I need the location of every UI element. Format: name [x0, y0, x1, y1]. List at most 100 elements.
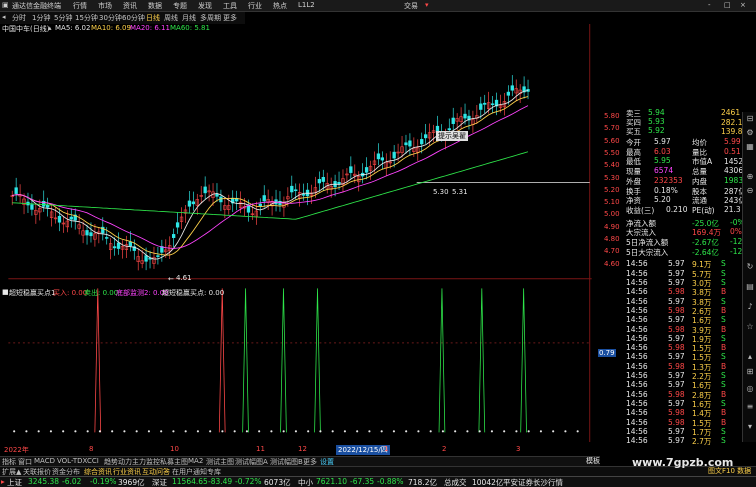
period-item-intraday[interactable]: 分时 [12, 13, 26, 23]
tick-side: S [721, 333, 726, 343]
candle-body [317, 179, 321, 184]
indicator-tab[interactable]: MA2 [188, 457, 203, 465]
date-axis: 2022年 8 10 11 12 2022/12/15/四 1 2 3 [0, 445, 600, 455]
menu-item-exchange[interactable]: 市场 [98, 1, 112, 11]
sidebar-expand-down-icon[interactable]: ⊞ [745, 367, 755, 377]
date-dot [282, 430, 285, 433]
period-item-daily[interactable]: 日线 [146, 13, 160, 23]
sidebar-star-icon[interactable]: ☆ [745, 322, 755, 332]
period-item-more[interactable]: 更多 [223, 13, 237, 23]
menu-item-l1l2[interactable]: L1L2 [298, 1, 315, 9]
indicator-tab[interactable]: MACD [34, 457, 55, 465]
sidebar-zoom-in-icon[interactable]: ⊕ [745, 172, 755, 182]
price-axis-label: 5.40 [604, 161, 620, 170]
candle-body [290, 185, 294, 193]
tick-time: 14:56 [626, 343, 648, 353]
candle-body [506, 91, 511, 96]
tooltip-tag[interactable]: 提示吴翟 [436, 131, 468, 141]
status-sh-arrow-icon: ▸ [1, 477, 5, 486]
maximize-button[interactable]: □ [724, 1, 731, 9]
ask-label: 买五 [626, 127, 641, 136]
ask-row: 买五 5.92 139.8万 [626, 126, 756, 136]
status-sh-value: 3245.38 [28, 477, 60, 486]
sidebar-scroll-up-icon[interactable]: ▴ [745, 352, 755, 362]
status-sh-label[interactable]: 上证 [7, 477, 22, 487]
quote-value: 0.18% [654, 185, 678, 195]
candle-body [172, 234, 176, 238]
quote-value: 5.99 [724, 137, 741, 146]
sidebar-scroll-down-icon[interactable]: ▾ [745, 422, 755, 432]
menu-item-data[interactable]: 数据 [148, 1, 162, 11]
period-item-15min[interactable]: 15分钟 [75, 13, 98, 23]
date-cursor-label: 2022/12/15/四 [336, 445, 390, 455]
period-item-weekly[interactable]: 周线 [164, 13, 178, 23]
quote-row: 外盘 232353 内盘 198339 [626, 176, 756, 186]
date-dot [135, 430, 138, 433]
tick-time: 14:56 [626, 324, 648, 334]
menu-item-industry[interactable]: 行业 [248, 1, 262, 11]
tick-side: S [721, 352, 726, 362]
status-sz-label[interactable]: 深证 [152, 477, 167, 487]
sidebar-list-icon[interactable]: ≡ [745, 402, 755, 412]
close-button[interactable]: × [740, 1, 746, 9]
tick-price: 5.98 [668, 343, 685, 353]
period-bar: ◂ 分时 1分钟 5分钟 15分钟 30分钟 60分钟 日线 周线 月线 多周期… [0, 12, 245, 24]
quote-value: 5.97 [654, 137, 671, 146]
date-label-feb: 2 [442, 445, 447, 453]
indicator-tab[interactable]: CCI [87, 457, 99, 465]
sidebar-expand-icon[interactable]: ⊟ [745, 114, 755, 124]
price-axis-label: 5.70 [604, 124, 620, 133]
menu-item-tools[interactable]: 工具 [223, 1, 237, 11]
date-dot [123, 430, 126, 433]
candle-body [510, 85, 514, 91]
candle-body [451, 117, 455, 124]
trade-dropdown-icon[interactable]: ▾ [425, 1, 429, 9]
status-sh-amount: 3969亿 [118, 478, 145, 487]
date-dot [380, 430, 383, 433]
candle-body [447, 128, 451, 131]
menu-item-discover[interactable]: 发现 [198, 1, 212, 11]
tick-price: 5.98 [668, 408, 685, 418]
kline-chart[interactable] [0, 24, 600, 444]
status-zx-label[interactable]: 中小 [298, 477, 313, 487]
quote-value: 5.20 [654, 195, 671, 205]
candle-body [294, 189, 298, 192]
period-item-indicator-icon[interactable]: ◂ [2, 13, 6, 21]
period-item-monthly[interactable]: 月线 [182, 13, 196, 23]
period-item-60min[interactable]: 60分钟 [122, 13, 145, 23]
price-axis-label: 5.10 [604, 198, 620, 207]
candle-body [349, 166, 353, 173]
menu-item-news[interactable]: 资讯 [123, 1, 137, 11]
crosshair-label-b: 5.31 [452, 188, 468, 196]
sidebar-bell-icon[interactable]: ♪ [745, 302, 755, 312]
period-item-5min[interactable]: 5分钟 [54, 13, 72, 23]
period-item-1min[interactable]: 1分钟 [32, 13, 50, 23]
tick-side: B [721, 305, 727, 315]
sidebar-settings-icon[interactable]: ⚙ [745, 128, 755, 138]
sidebar-grid-icon[interactable]: ▦ [745, 142, 755, 152]
menu-item-market[interactable]: 行情 [73, 1, 87, 11]
period-item-30min[interactable]: 30分钟 [99, 13, 122, 23]
ma-legend-bar: 中国中车(日线) ▴ MA5: 6.02 MA10: 6.09 MA20: 6.… [0, 24, 600, 34]
sidebar-pin-icon[interactable]: ◎ [745, 384, 755, 394]
watermark: www.7gpzb.com [632, 456, 734, 469]
quote-row: 净资 5.20 流通 243亿 [626, 195, 756, 205]
template-button[interactable]: 模板 [586, 456, 600, 466]
menu-item-hot[interactable]: 热点 [273, 1, 287, 11]
signal-spike [438, 288, 446, 433]
indicator-tab[interactable]: VOL-TDX [57, 457, 87, 465]
date-dot [86, 430, 89, 433]
menu-item-topic[interactable]: 专题 [173, 1, 187, 11]
sidebar-chart-icon[interactable]: ▤ [745, 282, 755, 292]
sidebar-zoom-out-icon[interactable]: ⊖ [745, 186, 755, 196]
candle-body [116, 242, 121, 249]
flow-row: 5日净流入额 -2.67亿 -12% [626, 237, 756, 247]
minimize-button[interactable]: - [708, 1, 711, 9]
quote-value: 0.210 [666, 204, 688, 214]
period-item-multi[interactable]: 多周期 [200, 13, 221, 23]
tick-side: S [721, 268, 726, 278]
sidebar-refresh-icon[interactable]: ↻ [745, 262, 755, 272]
trade-button[interactable]: 交易 [404, 1, 418, 11]
status-sz-value: 11564.65 [172, 477, 208, 486]
date-dot [25, 430, 28, 433]
